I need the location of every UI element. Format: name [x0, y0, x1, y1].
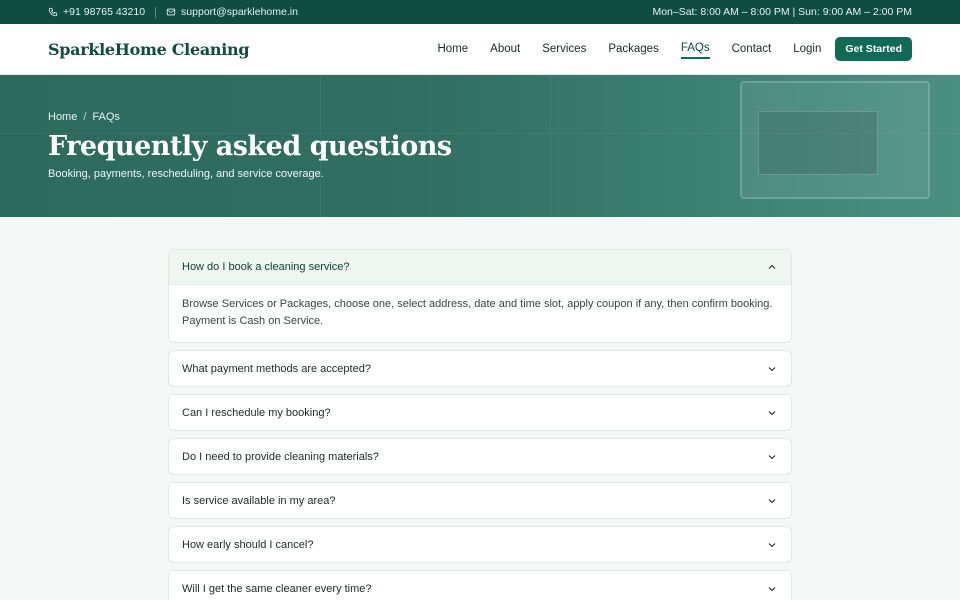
faq-question: How do I book a cleaning service? — [182, 261, 350, 273]
phone-contact[interactable]: +91 98765 43210 — [48, 6, 145, 18]
faq-question: Will I get the same cleaner every time? — [182, 582, 372, 595]
faq-item: What payment methods are accepted? — [168, 350, 792, 387]
faq-question-toggle[interactable]: Is service available in my area? — [169, 483, 791, 518]
faq-question: Do I need to provide cleaning materials? — [182, 450, 379, 463]
breadcrumb-separator: / — [83, 111, 87, 123]
business-hours: Mon–Sat: 8:00 AM – 8:00 PM | Sun: 9:00 A… — [652, 6, 912, 18]
faq-question-toggle[interactable]: What payment methods are accepted? — [169, 351, 791, 386]
nav-link-about[interactable]: About — [490, 40, 520, 58]
chevron-down-icon — [768, 454, 776, 459]
faq-question-toggle[interactable]: Can I reschedule my booking? — [169, 395, 791, 430]
faq-question-toggle[interactable]: Will I get the same cleaner every time? — [169, 571, 791, 600]
faq-question: What payment methods are accepted? — [182, 362, 371, 375]
faq-question: Can I reschedule my booking? — [182, 406, 331, 419]
get-started-button[interactable]: Get Started — [835, 37, 912, 61]
breadcrumb-current: FAQs — [92, 111, 120, 123]
faq-answer: Browse Services or Packages, choose one,… — [182, 298, 773, 327]
page-title: Frequently asked questions — [48, 131, 452, 162]
chevron-up-icon — [768, 264, 776, 269]
chevron-down-icon — [768, 498, 776, 503]
faq-item: Is service available in my area? — [168, 482, 792, 519]
chevron-down-icon — [768, 542, 776, 547]
phone-icon — [48, 7, 58, 17]
hero-content: Home / FAQs Frequently asked questions B… — [0, 75, 960, 180]
faq-question-toggle[interactable]: Do I need to provide cleaning materials? — [169, 439, 791, 474]
nav-link-services[interactable]: Services — [542, 40, 586, 58]
email-address: support@sparklehome.in — [181, 6, 298, 18]
nav-menu: Home About Services Packages FAQs Contac… — [415, 37, 912, 61]
nav-link-faqs[interactable]: FAQs — [680, 39, 710, 59]
faq-question: Is service available in my area? — [182, 494, 336, 507]
brand-logo[interactable]: SparkleHome Cleaning — [48, 40, 250, 59]
chevron-down-icon — [768, 586, 776, 591]
faq-list: How do I book a cleaning service? Browse… — [168, 249, 792, 600]
faq-question-toggle[interactable]: How early should I cancel? — [169, 527, 791, 562]
nav-link-packages[interactable]: Packages — [608, 40, 659, 58]
chevron-down-icon — [768, 410, 776, 415]
faq-item: Will I get the same cleaner every time? — [168, 570, 792, 600]
divider — [155, 6, 157, 18]
nav-link-login[interactable]: Login — [793, 40, 821, 58]
phone-number: +91 98765 43210 — [63, 6, 146, 18]
nav-link-contact[interactable]: Contact — [732, 40, 772, 58]
faq-item: How do I book a cleaning service? Browse… — [168, 249, 792, 343]
mail-icon — [166, 8, 176, 16]
faq-item: Do I need to provide cleaning materials? — [168, 438, 792, 475]
hero-banner: Home / FAQs Frequently asked questions B… — [0, 75, 960, 217]
breadcrumb: Home / FAQs — [48, 111, 912, 123]
email-contact[interactable]: support@sparklehome.in — [166, 6, 298, 18]
breadcrumb-home[interactable]: Home — [48, 111, 77, 123]
nav-link-home[interactable]: Home — [437, 40, 468, 58]
faq-question: How early should I cancel? — [182, 538, 314, 551]
faq-question-toggle[interactable]: How do I book a cleaning service? — [169, 250, 791, 285]
main-navigation: SparkleHome Cleaning Home About Services… — [0, 24, 960, 75]
faq-item: Can I reschedule my booking? — [168, 394, 792, 431]
page-subtitle: Booking, payments, rescheduling, and ser… — [48, 168, 324, 180]
chevron-down-icon — [768, 366, 776, 371]
top-info-bar: +91 98765 43210 support@sparklehome.in M… — [0, 0, 960, 24]
contact-info: +91 98765 43210 support@sparklehome.in — [48, 6, 298, 18]
faq-item: How early should I cancel? — [168, 526, 792, 563]
